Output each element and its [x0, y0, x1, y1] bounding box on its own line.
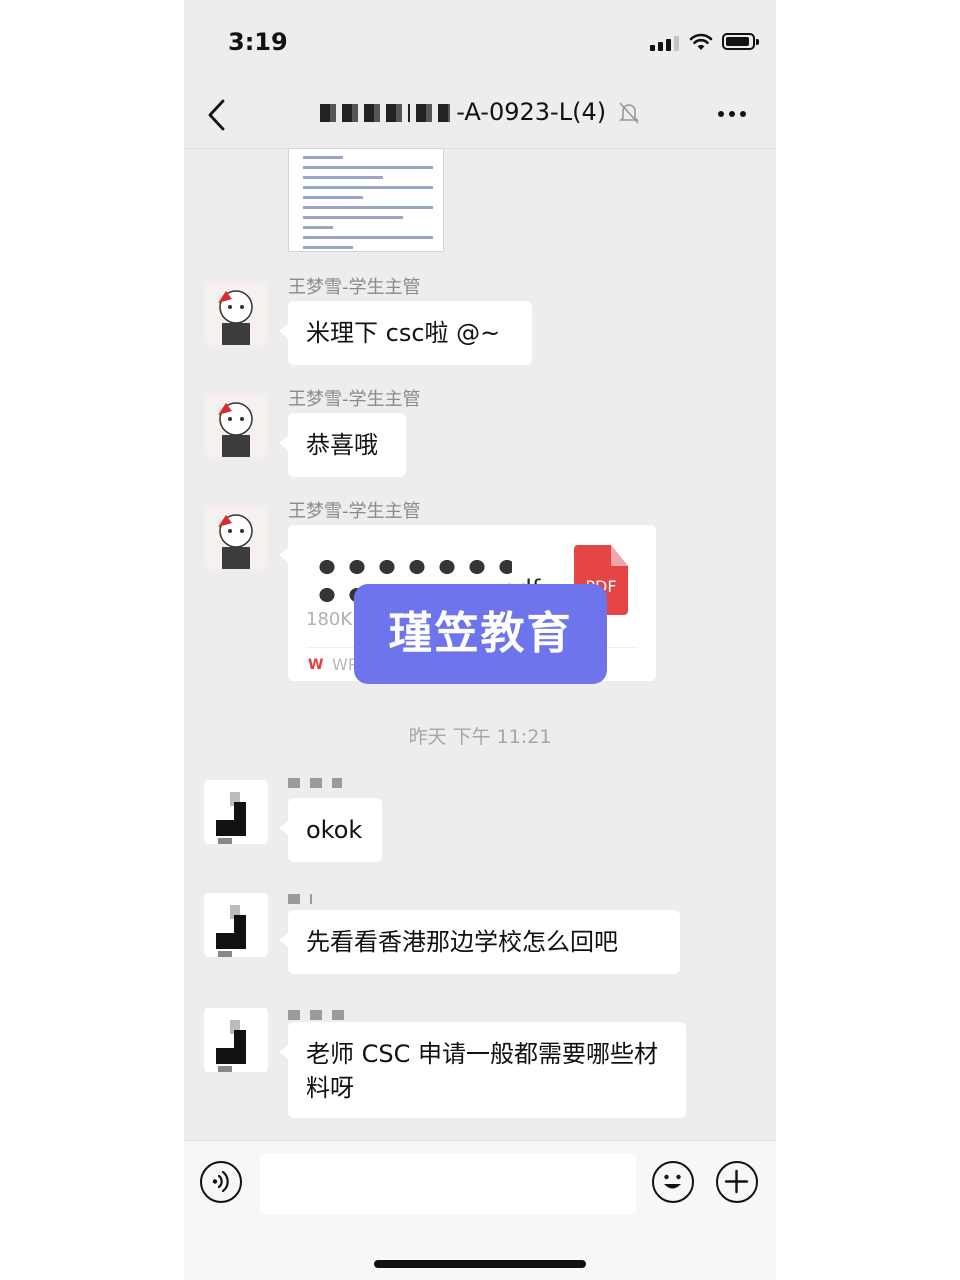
more-icon[interactable]	[718, 111, 746, 117]
bell-off-icon	[618, 102, 639, 124]
sender-name: 王梦雪-学生主管	[288, 277, 421, 298]
nav-bar: -A-0923-L(4)	[184, 80, 776, 149]
message-bubble[interactable]: 先看看香港那边学校怎么回吧	[279, 910, 680, 974]
sender-name-pixelated	[288, 894, 312, 904]
avatar[interactable]	[204, 505, 268, 569]
chat-title[interactable]: -A-0923-L(4)	[184, 98, 776, 126]
message-bubble[interactable]: 老师 CSC 申请一般都需要哪些材料呀	[279, 1022, 686, 1118]
sender-name: 王梦雪-学生主管	[288, 501, 421, 522]
status-bar: 3:19	[184, 0, 776, 80]
sender-name-pixelated	[288, 778, 342, 788]
wifi-icon	[689, 33, 713, 50]
wps-icon: W	[308, 657, 324, 673]
avatar[interactable]	[204, 780, 268, 844]
chat-timestamp: 昨天 下午 11:21	[408, 726, 552, 748]
voice-icon[interactable]	[200, 1161, 242, 1203]
chat-title-text: -A-0923-L(4)	[456, 98, 607, 126]
avatar-pixelated	[216, 905, 246, 957]
avatar-pixelated	[216, 792, 246, 844]
message-bubble[interactable]: 米理下 csc啦 @~	[279, 301, 532, 365]
home-indicator	[374, 1260, 586, 1268]
status-time: 3:19	[228, 28, 288, 56]
pdf-fold	[611, 545, 628, 566]
document-image-thumbnail[interactable]	[288, 148, 444, 252]
signal-icon	[650, 36, 679, 51]
avatar[interactable]	[204, 281, 268, 345]
input-bar	[184, 1140, 776, 1280]
avatar-illustration	[218, 514, 253, 569]
battery-icon	[722, 33, 755, 50]
message-bubble[interactable]: 恭喜哦	[279, 413, 406, 477]
avatar[interactable]	[204, 1008, 268, 1072]
avatar-illustration	[218, 402, 253, 457]
brand-watermark: 瑾笠教育	[354, 584, 607, 684]
title-pixelated	[320, 104, 411, 122]
chat-screen: 3:19 -A-0923-L(4) 王梦雪-学生主管 米理下 csc啦 @~ 王…	[184, 0, 776, 1280]
avatar-illustration	[218, 290, 253, 345]
file-size: 180K	[306, 609, 353, 630]
avatar-pixelated	[216, 1020, 246, 1072]
title-pixelated-2	[416, 104, 451, 122]
message-input[interactable]	[260, 1153, 636, 1215]
emoji-icon[interactable]	[652, 1161, 694, 1203]
sender-name: 王梦雪-学生主管	[288, 389, 421, 410]
avatar[interactable]	[204, 893, 268, 957]
battery-tip	[756, 39, 759, 45]
plus-icon[interactable]	[716, 1161, 758, 1203]
message-bubble[interactable]: okok	[279, 798, 382, 862]
avatar[interactable]	[204, 393, 268, 457]
sender-name-pixelated	[288, 1010, 354, 1020]
